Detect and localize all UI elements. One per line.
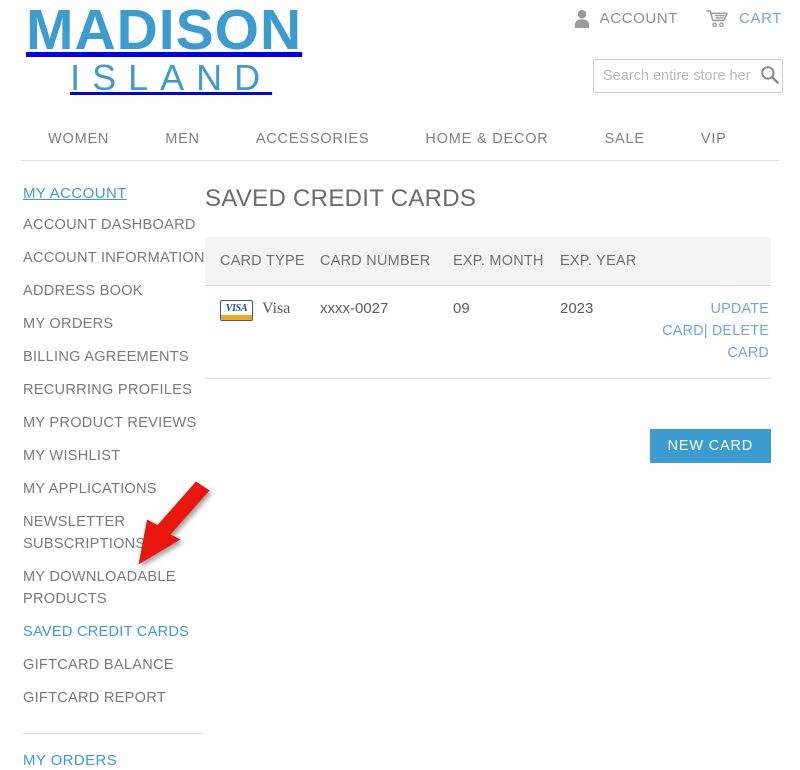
sidebar-item-recurring-profiles[interactable]: RECURRING PROFILES	[23, 382, 192, 398]
list-item: NEWSLETTER SUBSCRIPTIONS	[23, 511, 205, 555]
list-item: GIFTCARD BALANCE	[23, 654, 205, 676]
list-item: MY PRODUCT REVIEWS	[23, 412, 205, 434]
cart-link[interactable]: CART	[706, 9, 782, 28]
list-item: RECURRING PROFILES	[23, 379, 205, 401]
column-header-card-type: CARD TYPE	[205, 237, 320, 286]
nav-item-men[interactable]: MEN	[137, 131, 228, 147]
logo-secondary-text: ISLAND	[70, 57, 273, 98]
sidebar-item-my-downloadable-products[interactable]: MY DOWNLOADABLE PRODUCTS	[23, 569, 176, 607]
sidebar-title-my-account[interactable]: MY ACCOUNT	[23, 185, 205, 202]
main-navigation: WOMEN MEN ACCESSORIES HOME & DECOR SALE …	[21, 118, 779, 161]
nav-item-accessories[interactable]: ACCESSORIES	[228, 131, 398, 147]
table-header: CARD TYPE CARD NUMBER EXP. MONTH EXP. YE…	[205, 237, 771, 286]
sidebar-item-my-product-reviews[interactable]: MY PRODUCT REVIEWS	[23, 415, 196, 431]
nav-item-women[interactable]: WOMEN	[21, 131, 137, 147]
content-area: MY ACCOUNT ACCOUNT DASHBOARD ACCOUNT INF…	[0, 161, 800, 770]
column-header-exp-year: EXP. YEAR	[560, 237, 661, 286]
column-header-exp-month: EXP. MONTH	[453, 237, 560, 286]
visa-icon-text: VISA	[225, 303, 248, 314]
list-item: MY ORDERS	[23, 313, 205, 335]
new-card-button[interactable]: NEW CARD	[649, 429, 771, 463]
sidebar-footer-my-orders[interactable]: MY ORDERS	[23, 752, 117, 769]
list-item: MY APPLICATIONS	[23, 478, 205, 500]
cell-card-type: VISA Visa	[205, 285, 320, 379]
account-link[interactable]: ACCOUNT	[573, 9, 678, 28]
table-header-row: CARD TYPE CARD NUMBER EXP. MONTH EXP. YE…	[205, 237, 771, 286]
person-icon	[573, 9, 591, 28]
search-button[interactable]	[757, 60, 782, 92]
nav-item-vip[interactable]: VIP	[673, 131, 755, 147]
header-links: ACCOUNT CART	[573, 9, 782, 28]
sidebar-item-saved-credit-cards[interactable]: SAVED CREDIT CARDS	[23, 624, 189, 640]
list-item: ADDRESS BOOK	[23, 280, 205, 302]
sidebar-divider	[23, 733, 203, 734]
logo-primary-text: MADISON	[26, 0, 303, 62]
list-item: MY WISHLIST	[23, 445, 205, 467]
sidebar-item-my-applications[interactable]: MY APPLICATIONS	[23, 481, 157, 497]
sidebar-item-giftcard-balance[interactable]: GIFTCARD BALANCE	[23, 657, 174, 673]
table-body: VISA Visa xxxx-0027 09 2023 UPDATE CARD|…	[205, 285, 771, 379]
site-header: MADISON ISLAND ACCOUNT CART Search entir…	[0, 0, 800, 118]
cart-icon	[706, 9, 730, 28]
cart-link-label: CART	[739, 10, 782, 27]
visa-icon-bar	[221, 315, 252, 320]
account-link-label: ACCOUNT	[599, 10, 679, 27]
list-item: MY DOWNLOADABLE PRODUCTS	[23, 566, 205, 610]
list-item: ACCOUNT DASHBOARD	[23, 214, 205, 236]
list-item: ACCOUNT INFORMATION	[23, 247, 205, 269]
cell-row-actions: UPDATE CARD| DELETE CARD	[661, 285, 771, 379]
sidebar-item-my-orders[interactable]: MY ORDERS	[23, 316, 113, 332]
page-root: MADISON ISLAND ACCOUNT CART Search entir…	[0, 0, 800, 769]
site-logo[interactable]: MADISON ISLAND	[26, 2, 302, 98]
saved-credit-cards-table: CARD TYPE CARD NUMBER EXP. MONTH EXP. YE…	[205, 237, 771, 379]
cell-exp-month: 09	[453, 285, 560, 379]
sidebar-item-billing-agreements[interactable]: BILLING AGREEMENTS	[23, 349, 189, 365]
sidebar-item-my-wishlist[interactable]: MY WISHLIST	[23, 448, 120, 464]
search-input[interactable]	[594, 61, 757, 91]
nav-item-home-decor[interactable]: HOME & DECOR	[397, 131, 576, 147]
sidebar-item-address-book[interactable]: ADDRESS BOOK	[23, 283, 143, 299]
button-row: NEW CARD	[205, 429, 771, 463]
sidebar-item-giftcard-report[interactable]: GIFTCARD REPORT	[23, 690, 166, 706]
cell-exp-year: 2023	[560, 285, 661, 379]
search-box	[593, 59, 783, 93]
sidebar-item-newsletter-subscriptions[interactable]: NEWSLETTER SUBSCRIPTIONS	[23, 514, 145, 552]
action-separator: |	[703, 322, 708, 339]
delete-card-link[interactable]: DELETE CARD	[712, 323, 769, 361]
list-item: GIFTCARD REPORT	[23, 687, 205, 709]
list-item: SAVED CREDIT CARDS	[23, 621, 205, 643]
page-title: SAVED CREDIT CARDS	[205, 185, 477, 212]
column-header-actions	[661, 237, 771, 286]
nav-item-sale[interactable]: SALE	[577, 131, 673, 147]
sidebar-item-account-dashboard[interactable]: ACCOUNT DASHBOARD	[23, 217, 196, 233]
cell-card-number: xxxx-0027	[320, 285, 453, 379]
table-row: VISA Visa xxxx-0027 09 2023 UPDATE CARD|…	[205, 285, 771, 379]
card-type-label: Visa	[262, 300, 291, 317]
search-icon	[760, 65, 779, 87]
sidebar-nav-list: ACCOUNT DASHBOARD ACCOUNT INFORMATION AD…	[23, 214, 205, 709]
account-sidebar: MY ACCOUNT ACCOUNT DASHBOARD ACCOUNT INF…	[0, 185, 205, 770]
visa-card-icon: VISA	[220, 300, 253, 321]
list-item: BILLING AGREEMENTS	[23, 346, 205, 368]
main-panel: SAVED CREDIT CARDS CARD TYPE CARD NUMBER…	[205, 185, 800, 770]
sidebar-item-account-information[interactable]: ACCOUNT INFORMATION	[23, 250, 205, 266]
column-header-card-number: CARD NUMBER	[320, 237, 453, 286]
